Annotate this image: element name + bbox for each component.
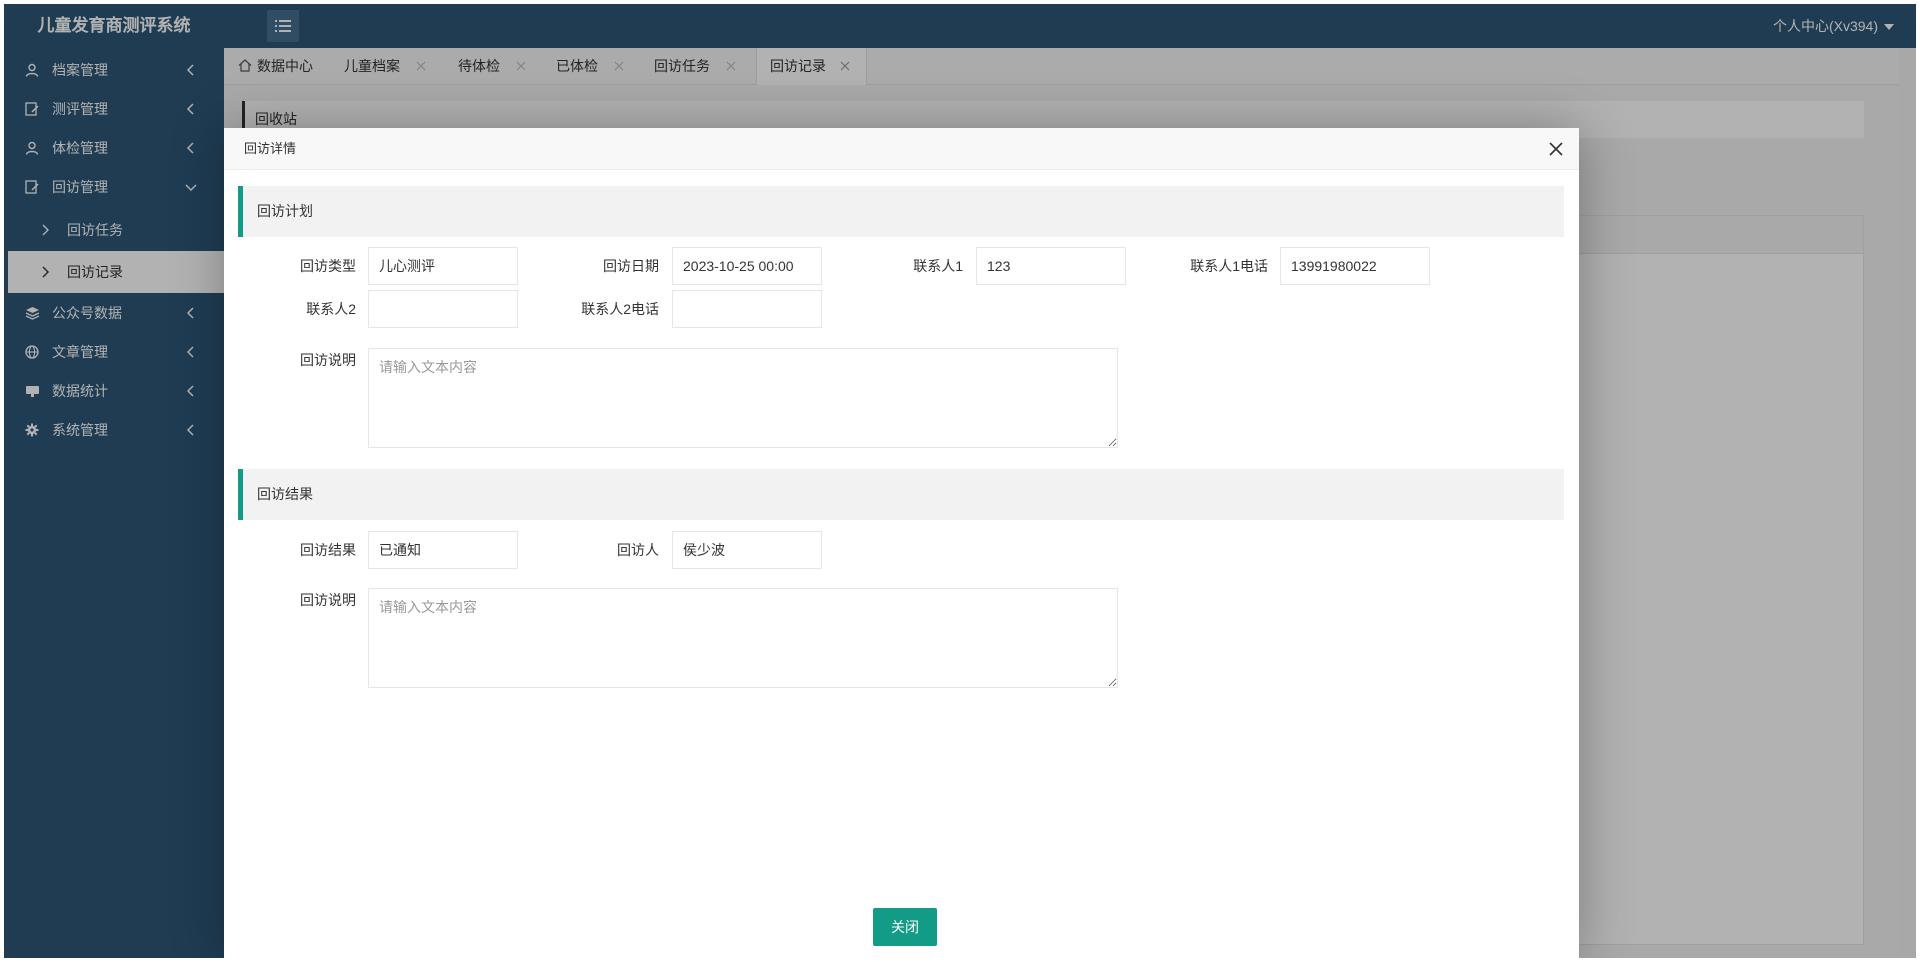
result-description-label: 回访说明 bbox=[300, 592, 356, 608]
contact2-phone-label: 联系人2电话 bbox=[581, 301, 659, 317]
followup-date-field[interactable] bbox=[672, 247, 822, 285]
followup-result-field[interactable] bbox=[368, 531, 518, 569]
visitor-label: 回访人 bbox=[617, 542, 659, 558]
followup-date-label: 回访日期 bbox=[603, 258, 659, 274]
followup-type-label: 回访类型 bbox=[300, 258, 356, 274]
plan-section-title: 回访计划 bbox=[257, 203, 313, 219]
contact1-field[interactable] bbox=[976, 247, 1126, 285]
contact2-phone-field[interactable] bbox=[672, 290, 822, 328]
contact1-phone-label: 联系人1电话 bbox=[1190, 258, 1268, 274]
plan-description-label: 回访说明 bbox=[300, 352, 356, 368]
plan-description-textarea[interactable] bbox=[368, 348, 1118, 448]
result-description-textarea[interactable] bbox=[368, 588, 1118, 688]
close-icon[interactable] bbox=[1549, 142, 1563, 156]
dialog-header: 回访详情 bbox=[224, 128, 1579, 170]
contact1-label: 联系人1 bbox=[913, 258, 963, 274]
close-button[interactable]: 关闭 bbox=[873, 908, 937, 946]
followup-result-label: 回访结果 bbox=[300, 542, 356, 558]
contact2-label: 联系人2 bbox=[306, 301, 356, 317]
contact1-phone-field[interactable] bbox=[1280, 247, 1430, 285]
visitor-field[interactable] bbox=[672, 531, 822, 569]
followup-type-field[interactable] bbox=[368, 247, 518, 285]
followup-detail-dialog: 回访详情 回访计划 回访类型 回访日期 联系人1 联系人1电话 联系人2 联系人… bbox=[224, 128, 1579, 958]
app-window: 儿童发育商测评系统 个人中心(Xv394) 档案管理 测评管理 体检管理 回访管… bbox=[4, 4, 1916, 958]
result-section-header: 回访结果 bbox=[238, 469, 1564, 520]
contact2-field[interactable] bbox=[368, 290, 518, 328]
result-section-title: 回访结果 bbox=[257, 486, 313, 502]
dialog-title: 回访详情 bbox=[244, 141, 297, 156]
plan-section-header: 回访计划 bbox=[238, 186, 1564, 237]
